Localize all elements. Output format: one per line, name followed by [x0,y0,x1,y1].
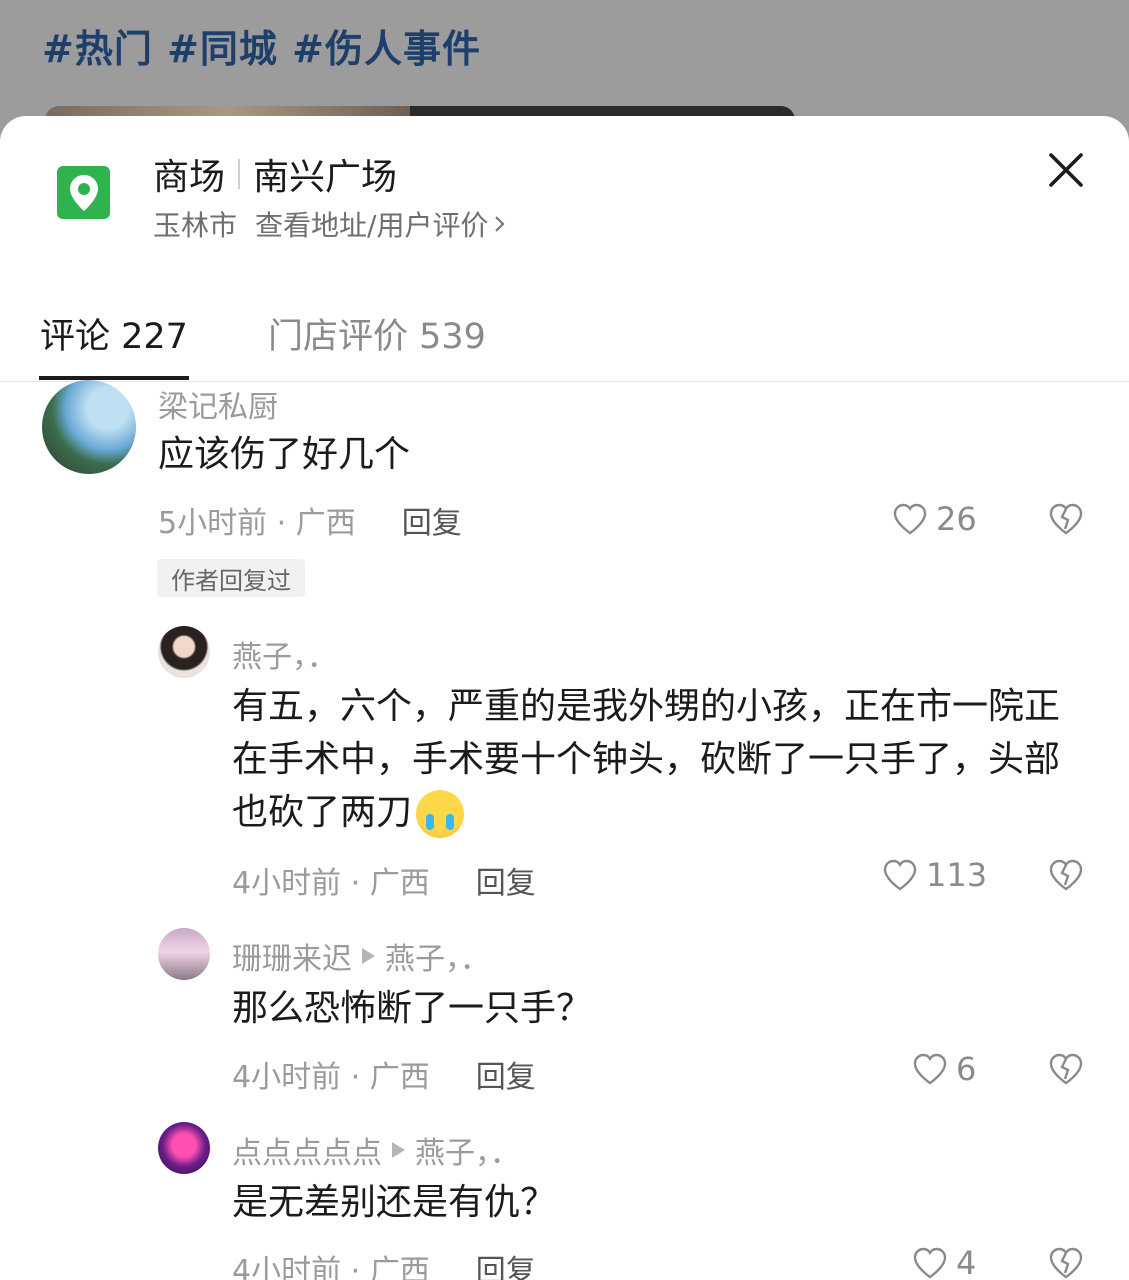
comments-sheet: 商场 南兴广场 玉林市 查看地址/用户评价 评论 227 门店评价 539 梁记… [0,116,1129,1280]
reply-username[interactable]: 珊珊来迟 [232,934,352,978]
location-category: 商场 [153,157,226,198]
reply-to-username[interactable]: 燕子，． [385,934,490,978]
like-button[interactable]: 26 [892,500,977,538]
broken-heart-icon[interactable] [1048,858,1084,892]
reply-username[interactable]: 点点点点点 [232,1128,382,1172]
comment-text: 应该伤了好几个 [158,434,411,475]
tab-store-reviews[interactable]: 门店评价 539 [268,286,486,380]
view-address-label: 查看地址/用户评价 [255,209,489,242]
like-button[interactable]: 4 [912,1244,976,1280]
reply-button[interactable]: 回复 [476,1052,536,1096]
close-icon [1049,153,1083,187]
avatar[interactable] [158,928,210,980]
heart-icon [893,503,927,535]
reply-username-row: 珊珊来迟 燕子，． [232,934,490,978]
location-subtitle: 玉林市 查看地址/用户评价 [153,204,506,244]
like-count: 26 [936,500,977,538]
reply-text: 是无差别还是有仇？ [232,1182,557,1223]
reply-time-region: 4小时前 · 广西 [232,1060,430,1095]
active-tab-indicator [39,376,189,380]
avatar[interactable] [158,1122,210,1174]
avatar[interactable] [158,626,210,678]
reply-meta: 4小时前 · 广西 回复 [232,1052,536,1096]
reply-meta: 4小时前 · 广西 回复 [232,858,536,902]
chevron-right-icon [495,216,506,232]
location-title[interactable]: 商场 南兴广场 [153,148,397,200]
view-address-link[interactable]: 查看地址/用户评价 [255,204,506,244]
crying-face-icon [416,790,465,838]
location-city: 玉林市 [153,209,238,242]
title-divider [238,159,241,189]
heart-icon [913,1053,947,1085]
reply-to-username[interactable]: 燕子，． [415,1128,520,1172]
broken-heart-icon[interactable] [1048,1052,1084,1086]
reply-text-content: 有五，六个，严重的是我外甥的小孩，正在市一院正在手术中，手术要十个钟头，砍断了一… [232,686,1061,833]
reply-time-region: 4小时前 · 广西 [232,866,430,901]
reply-button[interactable]: 回复 [402,498,462,542]
like-count: 4 [956,1244,977,1280]
reply-button[interactable]: 回复 [476,1246,536,1280]
reply-arrow-icon [362,948,375,964]
reply-username[interactable]: 燕子，． [232,632,337,676]
video-hashtags[interactable]: #热门 #同城 #伤人事件 [42,18,481,73]
reply-arrow-icon [392,1142,405,1158]
like-count: 113 [926,856,988,894]
like-count: 6 [956,1050,977,1088]
reply-button[interactable]: 回复 [476,858,536,902]
reply-username-row: 点点点点点 燕子，． [232,1128,520,1172]
location-pin-icon [57,166,110,219]
reply-text: 有五，六个，严重的是我外甥的小孩，正在市一院正在手术中，手术要十个钟头，砍断了一… [232,680,1072,839]
location-name: 南兴广场 [253,157,398,198]
heart-icon [883,859,917,891]
comment-time-region: 5小时前 · 广西 [158,506,356,541]
reply-text: 那么恐怖断了一只手？ [232,988,593,1029]
like-button[interactable]: 6 [912,1050,976,1088]
close-button[interactable] [1042,146,1090,194]
reply-meta: 4小时前 · 广西 回复 [232,1246,536,1280]
reply-time-region: 4小时前 · 广西 [232,1254,430,1280]
like-button[interactable]: 113 [882,856,987,894]
broken-heart-icon[interactable] [1048,1246,1084,1280]
author-replied-badge: 作者回复过 [157,559,305,597]
heart-icon [913,1247,947,1279]
avatar[interactable] [42,380,136,474]
comment-username[interactable]: 梁记私厨 [158,382,278,426]
broken-heart-icon[interactable] [1048,502,1084,536]
tab-comments[interactable]: 评论 227 [40,286,188,380]
comment-meta: 5小时前 · 广西 回复 [158,498,462,542]
tab-bar: 评论 227 门店评价 539 [0,286,1129,382]
